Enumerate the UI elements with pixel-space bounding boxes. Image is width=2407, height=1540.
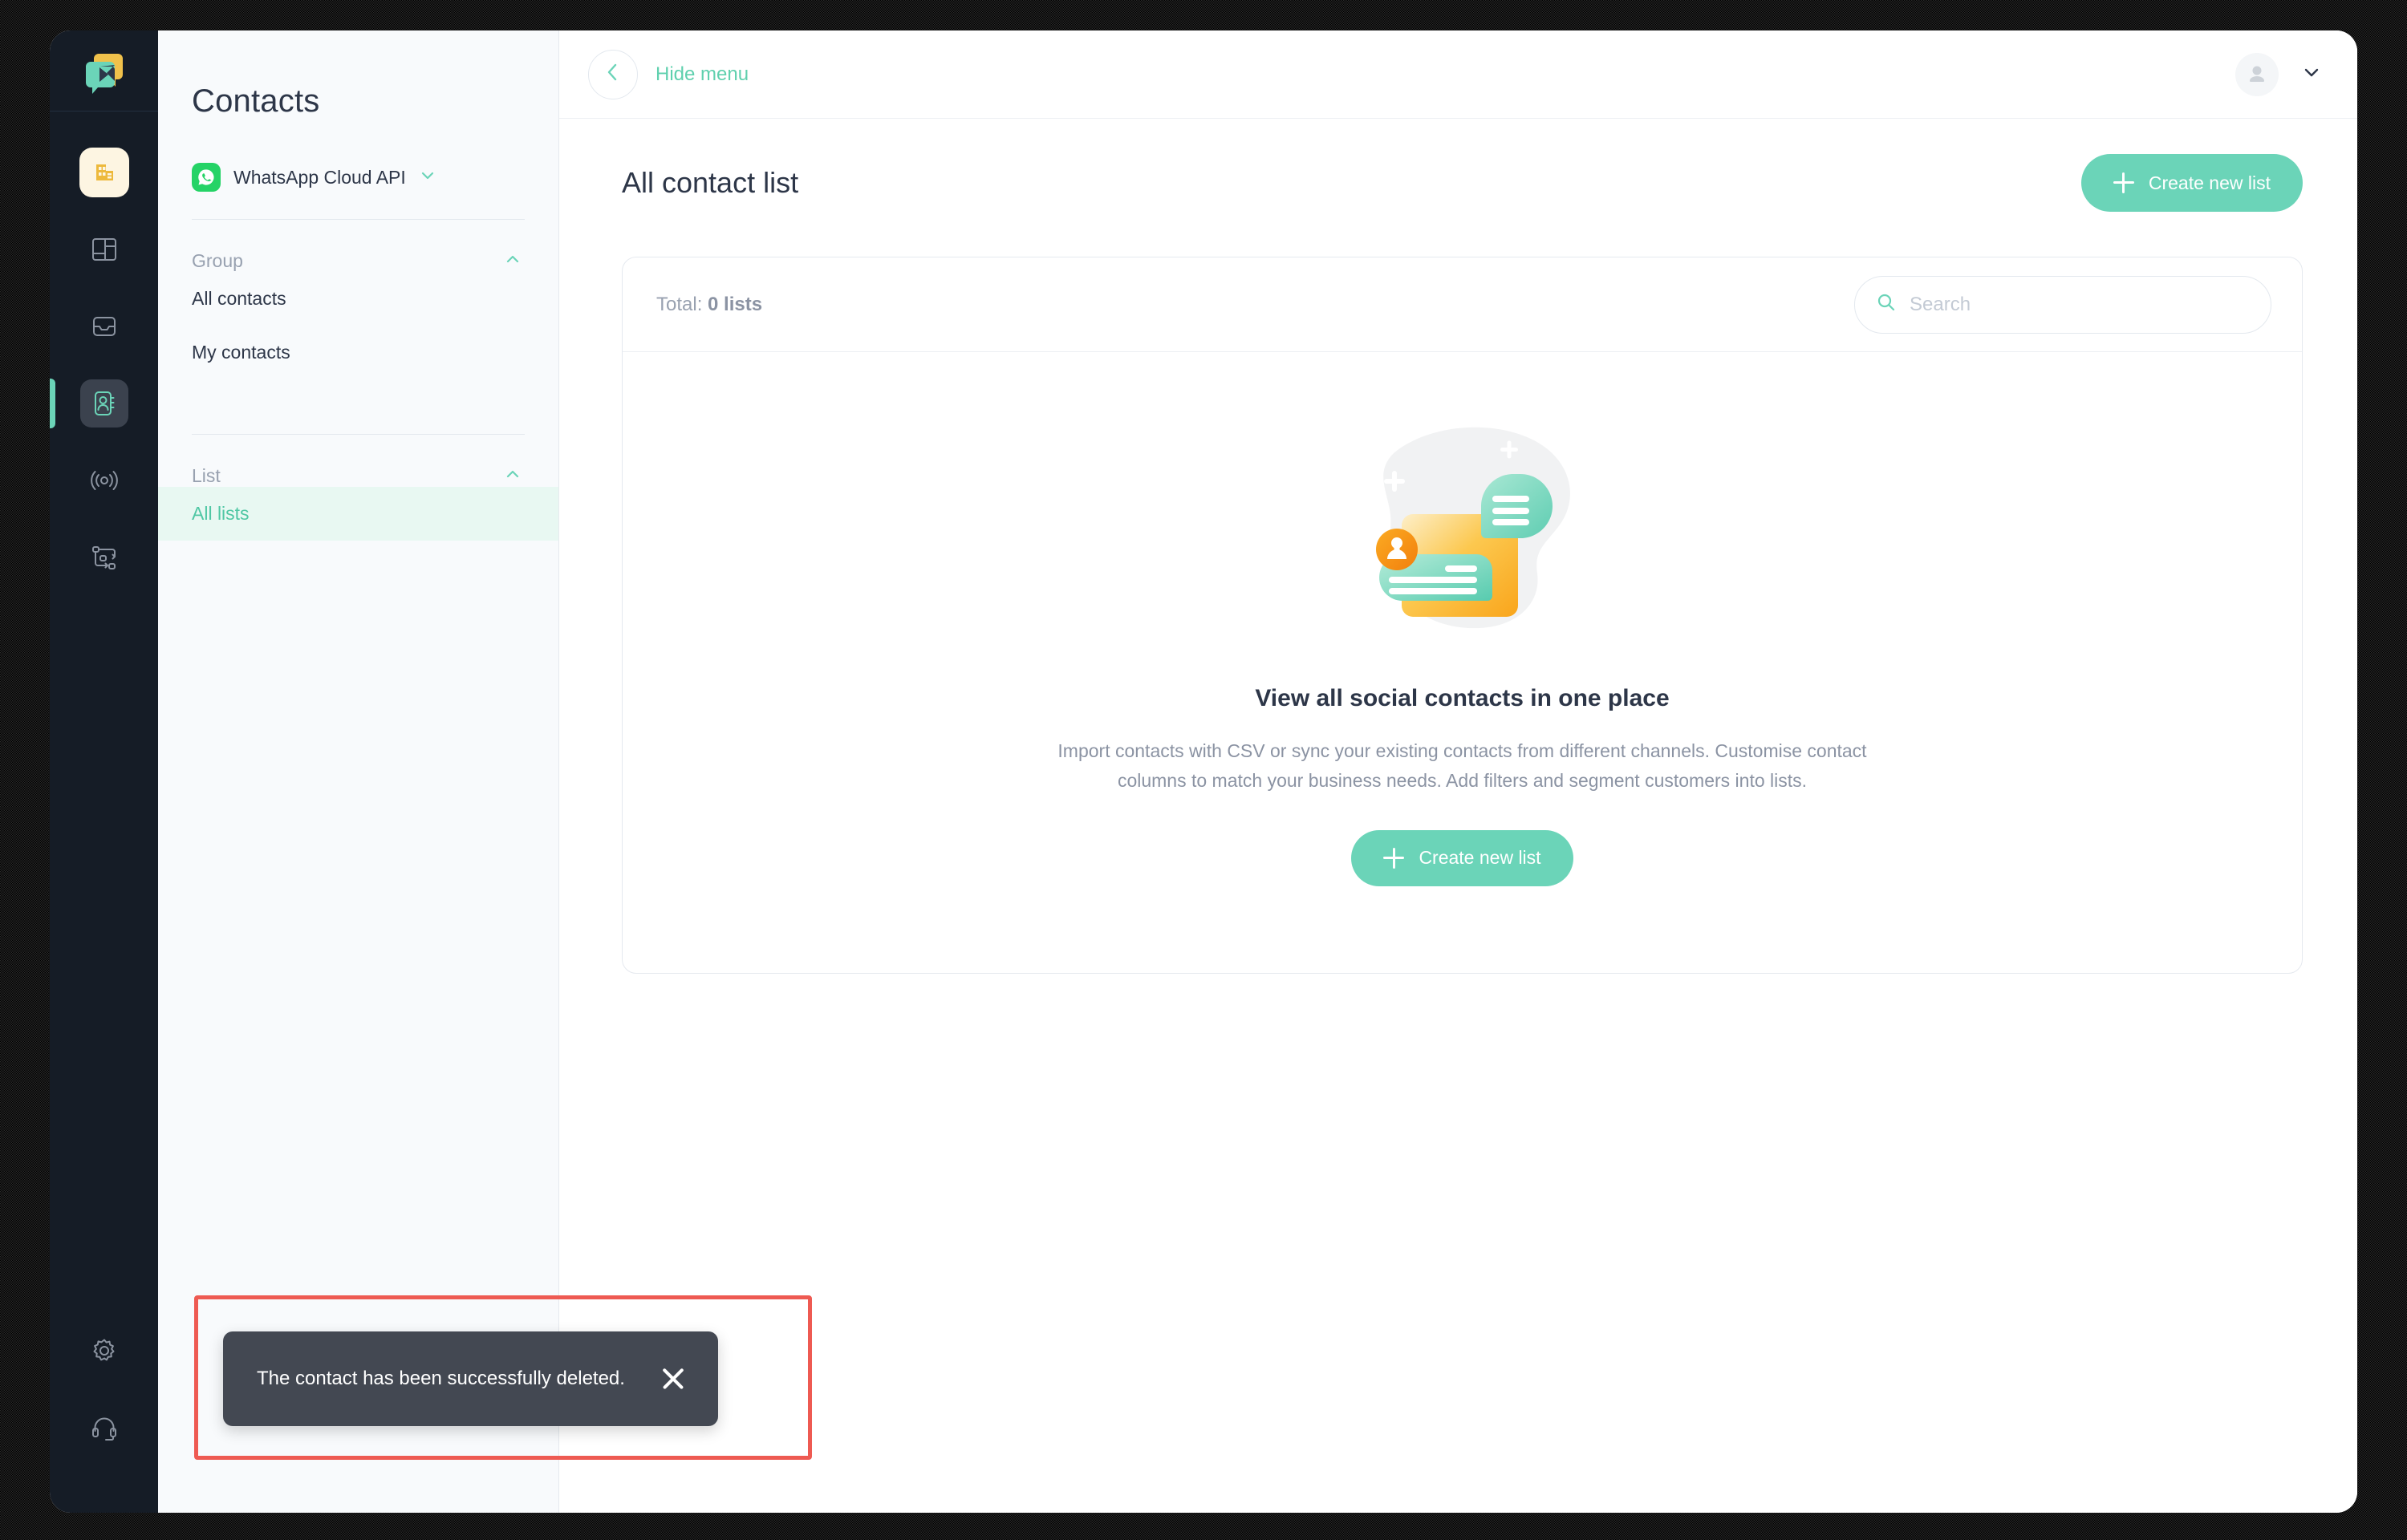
icon-rail: [50, 30, 158, 1513]
chevron-down-icon: [419, 167, 436, 188]
sidebar-item-dashboard[interactable]: [50, 211, 158, 288]
close-icon[interactable]: [657, 1363, 689, 1395]
panel-section-group[interactable]: Group: [158, 220, 558, 272]
toast-notification: The contact has been successfully delete…: [223, 1331, 718, 1426]
contact-list-card: Total: 0 lists Search View all social co…: [622, 257, 2303, 974]
chevron-up-icon: [504, 250, 522, 272]
total-prefix: Total:: [656, 293, 708, 315]
contacts-empty-illustration: [1342, 421, 1583, 658]
section-title-group: Group: [192, 250, 243, 271]
hide-menu-button[interactable]: [588, 49, 638, 99]
hide-menu-label[interactable]: Hide menu: [656, 63, 749, 86]
sidebar-item-automation[interactable]: [50, 519, 158, 596]
panel-item-all-contacts[interactable]: All contacts: [158, 272, 558, 326]
panel-item-all-lists[interactable]: All lists: [158, 487, 558, 541]
sidebar-item-broadcast[interactable]: [50, 442, 158, 519]
total-count: Total: 0 lists: [656, 294, 762, 316]
support-headset-icon: [80, 1404, 128, 1452]
sidebar-item-contacts[interactable]: [50, 365, 158, 442]
building-icon: [79, 148, 129, 197]
contacts-icon: [79, 379, 128, 428]
section-title-list: List: [192, 465, 221, 486]
card-header: Total: 0 lists: [623, 257, 2302, 352]
panel-section-list[interactable]: List: [158, 435, 558, 487]
user-avatar-icon: [2235, 52, 2279, 96]
rail-bottom-icons: [50, 1312, 158, 1513]
profile-menu[interactable]: [2235, 52, 2322, 96]
total-value: 0 lists: [708, 293, 763, 315]
content-area: All contact list Create new list Total: …: [559, 119, 2357, 1513]
channel-label: WhatsApp Cloud API: [233, 166, 406, 188]
panel-item-my-contacts[interactable]: My contacts: [158, 326, 558, 379]
panel-spacer: [158, 379, 558, 407]
empty-state-title: View all social contacts in one place: [1255, 685, 1670, 711]
content-header: All contact list Create new list: [622, 154, 2303, 212]
broadcast-icon: [80, 456, 128, 505]
app-logo[interactable]: [50, 30, 158, 111]
rail-icon-list: [50, 111, 158, 596]
sidebar-item-support[interactable]: [50, 1389, 158, 1466]
chevron-left-icon: [603, 62, 623, 87]
dashboard-icon: [80, 225, 128, 274]
toast-message: The contact has been successfully delete…: [257, 1368, 625, 1389]
app-window: Contacts WhatsApp Cloud API Group All co…: [50, 30, 2357, 1513]
chevron-down-icon[interactable]: [2301, 62, 2322, 87]
empty-state-description: Import contacts with CSV or sync your ex…: [1057, 740, 1867, 792]
search-icon: [1876, 292, 1897, 317]
main-region: Hide menu All contact list Create new li…: [559, 30, 2357, 1513]
settings-gear-icon: [80, 1327, 128, 1375]
sidebar-item-inbox[interactable]: [50, 288, 158, 365]
create-new-list-button-empty[interactable]: Create new list: [1351, 829, 1573, 886]
plus-icon: [2113, 172, 2134, 193]
whatsapp-icon: [192, 163, 221, 192]
chevron-up-icon: [504, 465, 522, 487]
panel-title: Contacts: [192, 83, 320, 119]
empty-state: View all social contacts in one place Im…: [623, 352, 2302, 973]
channel-selector[interactable]: WhatsApp Cloud API: [158, 120, 558, 192]
page-title: All contact list: [622, 166, 799, 199]
create-new-list-label: Create new list: [2148, 172, 2271, 193]
search-input[interactable]: [1910, 293, 2250, 316]
contacts-panel: Contacts WhatsApp Cloud API Group All co…: [158, 30, 559, 1513]
create-new-list-label: Create new list: [1419, 847, 1541, 869]
inbox-icon: [80, 302, 128, 351]
search-box[interactable]: [1854, 275, 2271, 334]
sidebar-item-business[interactable]: [50, 134, 158, 211]
create-new-list-button-top[interactable]: Create new list: [2080, 154, 2303, 212]
top-bar: Hide menu: [559, 30, 2357, 119]
sidebar-item-settings[interactable]: [50, 1312, 158, 1389]
plus-icon: [1383, 847, 1405, 869]
automation-flow-icon: [80, 533, 128, 582]
